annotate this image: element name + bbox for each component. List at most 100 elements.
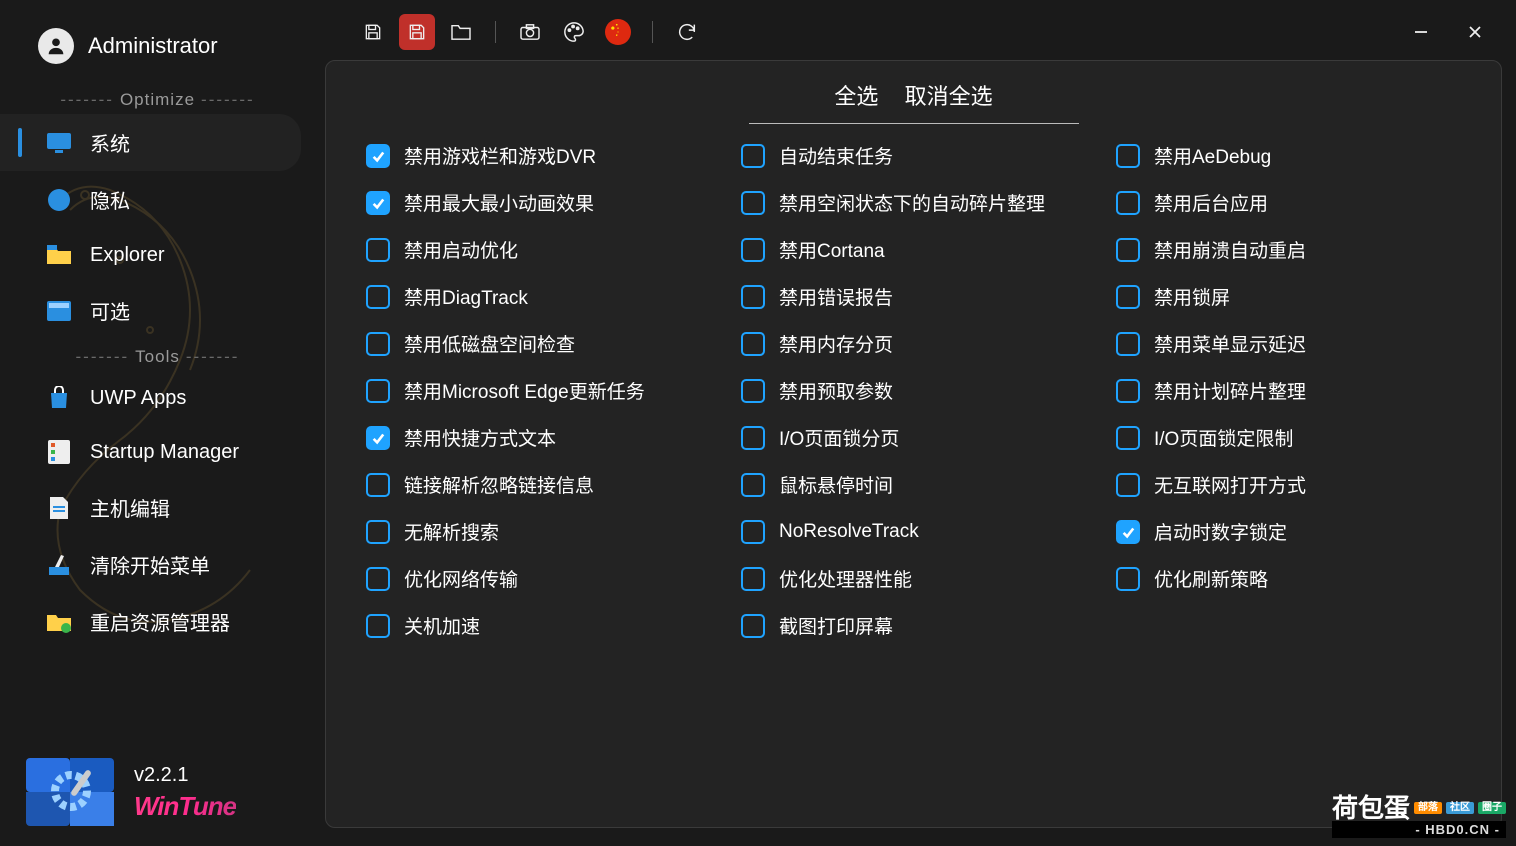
option-checkbox[interactable]: 禁用游戏栏和游戏DVR xyxy=(366,142,711,169)
nav-hostedit[interactable]: 主机编辑 xyxy=(0,479,315,536)
checkbox-box[interactable] xyxy=(741,144,765,168)
option-checkbox[interactable]: 优化网络传输 xyxy=(366,565,711,592)
refresh-button[interactable] xyxy=(669,14,705,50)
option-label: 鼠标悬停时间 xyxy=(779,471,893,498)
checkbox-box[interactable] xyxy=(1116,285,1140,309)
checkbox-box[interactable] xyxy=(741,379,765,403)
option-checkbox[interactable]: 关机加速 xyxy=(366,612,711,639)
option-label: 禁用锁屏 xyxy=(1154,283,1230,310)
option-label: 优化刷新策略 xyxy=(1154,565,1268,592)
option-checkbox[interactable]: 禁用低磁盘空间检查 xyxy=(366,330,711,357)
option-checkbox[interactable]: 禁用Microsoft Edge更新任务 xyxy=(366,377,711,404)
option-checkbox[interactable]: 禁用锁屏 xyxy=(1116,283,1461,310)
option-checkbox[interactable]: 优化刷新策略 xyxy=(1116,565,1461,592)
option-checkbox[interactable]: 禁用错误报告 xyxy=(741,283,1086,310)
option-checkbox[interactable]: 启动时数字锁定 xyxy=(1116,518,1461,545)
nav-restartexplorer[interactable]: 重启资源管理器 xyxy=(0,593,315,650)
language-button[interactable] xyxy=(600,14,636,50)
nav-label: Startup Manager xyxy=(90,441,239,464)
open-button[interactable] xyxy=(443,14,479,50)
option-checkbox[interactable]: 禁用AeDebug xyxy=(1116,142,1461,169)
list-icon xyxy=(46,439,72,465)
nav-privacy[interactable]: 隐私 xyxy=(0,171,315,228)
sweep-icon xyxy=(46,552,72,578)
nav-system[interactable]: 系统 xyxy=(0,114,301,171)
option-checkbox[interactable]: 禁用崩溃自动重启 xyxy=(1116,236,1461,263)
option-label: 禁用预取参数 xyxy=(779,377,893,404)
save-highlight-button[interactable] xyxy=(399,14,435,50)
option-checkbox[interactable]: 禁用计划碎片整理 xyxy=(1116,377,1461,404)
checkbox-box[interactable] xyxy=(366,379,390,403)
option-checkbox[interactable]: 禁用菜单显示延迟 xyxy=(1116,330,1461,357)
option-checkbox[interactable]: 禁用预取参数 xyxy=(741,377,1086,404)
option-checkbox[interactable]: 无解析搜索 xyxy=(366,518,711,545)
bag-icon xyxy=(46,385,72,411)
nav-startup[interactable]: Startup Manager xyxy=(0,425,315,479)
option-checkbox[interactable]: 自动结束任务 xyxy=(741,142,1086,169)
option-label: 禁用计划碎片整理 xyxy=(1154,377,1306,404)
checkbox-box[interactable] xyxy=(366,144,390,168)
checkbox-box[interactable] xyxy=(741,614,765,638)
checkbox-box[interactable] xyxy=(366,567,390,591)
option-checkbox[interactable]: I/O页面锁定限制 xyxy=(1116,424,1461,451)
option-checkbox[interactable]: 禁用最大最小动画效果 xyxy=(366,189,711,216)
checkbox-box[interactable] xyxy=(1116,144,1140,168)
checkbox-box[interactable] xyxy=(741,238,765,262)
nav-explorer[interactable]: Explorer xyxy=(0,228,315,282)
option-checkbox[interactable]: 禁用后台应用 xyxy=(1116,189,1461,216)
option-checkbox[interactable]: 禁用空闲状态下的自动碎片整理 xyxy=(741,189,1086,216)
checkbox-box[interactable] xyxy=(1116,426,1140,450)
save-button[interactable] xyxy=(355,14,391,50)
camera-button[interactable] xyxy=(512,14,548,50)
option-label: 禁用内存分页 xyxy=(779,330,893,357)
option-checkbox[interactable]: 禁用Cortana xyxy=(741,236,1086,263)
checkbox-box[interactable] xyxy=(741,426,765,450)
select-all-link[interactable]: 全选 xyxy=(834,79,878,111)
option-checkbox[interactable]: 禁用内存分页 xyxy=(741,330,1086,357)
option-checkbox[interactable]: 优化处理器性能 xyxy=(741,565,1086,592)
option-checkbox[interactable]: 禁用DiagTrack xyxy=(366,283,711,310)
watermark-url: - HBD0.CN - xyxy=(1332,821,1506,838)
option-checkbox[interactable]: NoResolveTrack xyxy=(741,518,1086,545)
nav-optimize: 系统 隐私 Explorer 可选 xyxy=(0,114,315,339)
option-checkbox[interactable]: 禁用启动优化 xyxy=(366,236,711,263)
option-label: 自动结束任务 xyxy=(779,142,893,169)
checkbox-box[interactable] xyxy=(366,285,390,309)
checkbox-box[interactable] xyxy=(366,614,390,638)
palette-button[interactable] xyxy=(556,14,592,50)
option-checkbox[interactable]: 截图打印屏幕 xyxy=(741,612,1086,639)
option-checkbox[interactable]: 鼠标悬停时间 xyxy=(741,471,1086,498)
checkbox-box[interactable] xyxy=(366,520,390,544)
checkbox-box[interactable] xyxy=(1116,379,1140,403)
option-checkbox[interactable]: 链接解析忽略链接信息 xyxy=(366,471,711,498)
checkbox-box[interactable] xyxy=(741,520,765,544)
checkbox-box[interactable] xyxy=(366,473,390,497)
checkbox-box[interactable] xyxy=(366,238,390,262)
checkbox-box[interactable] xyxy=(1116,238,1140,262)
minimize-button[interactable] xyxy=(1406,17,1436,47)
nav-clearstart[interactable]: 清除开始菜单 xyxy=(0,536,315,593)
checkbox-box[interactable] xyxy=(1116,567,1140,591)
nav-optional[interactable]: 可选 xyxy=(0,282,315,339)
checkbox-box[interactable] xyxy=(741,473,765,497)
checkbox-box[interactable] xyxy=(741,191,765,215)
nav-uwp[interactable]: UWP Apps xyxy=(0,371,315,425)
toolbar-divider xyxy=(652,21,653,43)
checkbox-box[interactable] xyxy=(1116,332,1140,356)
option-label: 禁用启动优化 xyxy=(404,236,518,263)
checkbox-box[interactable] xyxy=(1116,191,1140,215)
close-button[interactable] xyxy=(1460,17,1490,47)
option-checkbox[interactable]: I/O页面锁分页 xyxy=(741,424,1086,451)
checkbox-box[interactable] xyxy=(366,332,390,356)
deselect-all-link[interactable]: 取消全选 xyxy=(905,79,993,111)
checkbox-box[interactable] xyxy=(741,285,765,309)
option-checkbox[interactable]: 禁用快捷方式文本 xyxy=(366,424,711,451)
checkbox-box[interactable] xyxy=(366,426,390,450)
checkbox-box[interactable] xyxy=(1116,520,1140,544)
checkbox-box[interactable] xyxy=(366,191,390,215)
option-checkbox[interactable]: 无互联网打开方式 xyxy=(1116,471,1461,498)
checkbox-box[interactable] xyxy=(1116,473,1140,497)
option-label: 禁用最大最小动画效果 xyxy=(404,189,594,216)
checkbox-box[interactable] xyxy=(741,567,765,591)
checkbox-box[interactable] xyxy=(741,332,765,356)
